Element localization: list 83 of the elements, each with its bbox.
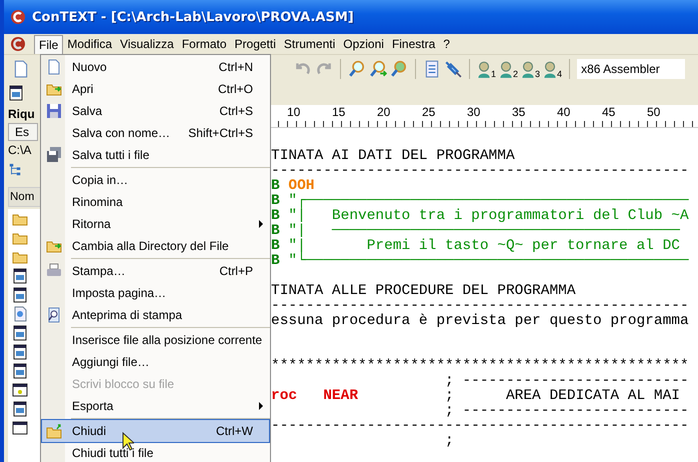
- menu-item[interactable]: Visualizza: [116, 35, 178, 53]
- ruler-number: 45: [602, 105, 616, 119]
- menu-item[interactable]: Progetti: [230, 35, 280, 53]
- replace-icon[interactable]: [390, 60, 408, 78]
- ruler-number: 20: [377, 105, 392, 119]
- menu-item[interactable]: Rinomina: [42, 191, 269, 213]
- shortcut-label: Shift+Ctrl+S: [188, 126, 253, 140]
- ruler-number: 35: [512, 105, 526, 119]
- app-logo-icon[interactable]: [10, 36, 26, 52]
- highlighter-combo[interactable]: x86 Assembler: [577, 59, 686, 79]
- user-tool-button[interactable]: 3: [521, 59, 540, 79]
- code-line: ------------------------------------------------: [271, 418, 689, 434]
- code-line: ; --------------------------: [444, 403, 689, 419]
- code-line: essuna procedura è prevista per questo programma: [271, 313, 689, 329]
- menu-item[interactable]: Salva con nome… Shift+Ctrl+S: [42, 122, 269, 144]
- user-tool-button[interactable]: 2: [499, 59, 518, 79]
- shortcut-label: Ctrl+W: [216, 424, 253, 438]
- menu-item[interactable]: Nuovo Ctrl+N: [42, 56, 269, 78]
- user-tool-button[interactable]: 1: [477, 59, 496, 79]
- menu-item[interactable]: Apri Ctrl+O: [42, 78, 269, 100]
- tree-icon[interactable]: [8, 163, 22, 177]
- window-title: ConTEXT - [C:\Arch-Lab\Lavoro\PROVA.ASM]: [32, 10, 354, 24]
- menu-item[interactable]: Opzioni: [339, 35, 388, 53]
- code-line: B "└────────────────────────────────────────────: [271, 253, 689, 269]
- user-tool-button[interactable]: 4: [543, 59, 562, 79]
- new-file-icon: [46, 59, 62, 75]
- path-label: C:\A: [8, 143, 32, 157]
- menu-item[interactable]: Salva Ctrl+S: [42, 100, 269, 122]
- menu-item[interactable]: Aggiungi file…: [42, 351, 269, 373]
- app-logo-icon: [10, 9, 26, 25]
- search-icon[interactable]: [348, 60, 366, 78]
- menu-item[interactable]: Imposta pagina…: [42, 282, 269, 304]
- panel-title: Riqu: [8, 107, 35, 121]
- pin-icon[interactable]: [444, 60, 462, 78]
- menu-item[interactable]: Anteprima di stampa: [42, 304, 269, 326]
- shortcut-label: Ctrl+N: [218, 60, 253, 74]
- ruler-number: 15: [332, 105, 346, 119]
- code-line: B "| Benvenuto tra i programmatori del Club ~A: [271, 208, 689, 224]
- menu-item[interactable]: Cambia alla Directory del File: [42, 235, 269, 257]
- magnifier-page-icon: [46, 307, 62, 323]
- floppy-disks-icon: [46, 147, 62, 163]
- menu-item[interactable]: Formato: [178, 35, 231, 53]
- code-line: TINATA AI DATI DEL PROGRAMMA: [271, 148, 515, 164]
- menu-item[interactable]: File: [34, 34, 64, 54]
- ruler-number: 30: [467, 105, 482, 119]
- menu-item[interactable]: Inserisce file alla posizione corrente: [42, 329, 269, 351]
- menu-item[interactable]: Esporta: [42, 395, 269, 417]
- menu-item[interactable]: Salva tutti i file: [42, 144, 269, 166]
- printer-icon: [46, 263, 62, 279]
- ruler-number: 40: [557, 105, 572, 119]
- code-line: ; --------------------------: [444, 373, 689, 389]
- code-line: ------------------------------------------------: [271, 163, 689, 179]
- code-line: B OOH: [271, 178, 315, 194]
- folder-icon: [46, 423, 62, 439]
- menu-item[interactable]: Chiudi Ctrl+W: [42, 420, 269, 442]
- ruler-number: 50: [647, 105, 662, 119]
- menu-item[interactable]: Strumenti: [280, 35, 340, 53]
- menu-item[interactable]: Finestra: [388, 35, 440, 53]
- shortcut-label: Ctrl+O: [218, 82, 253, 96]
- ruler-number: 10: [287, 105, 302, 119]
- code-line: ************************************************: [271, 358, 689, 374]
- menu-item[interactable]: Stampa… Ctrl+P: [42, 260, 269, 282]
- code-line: ;: [444, 433, 454, 449]
- code-line: roc NEAR ; AREA DEDICATA AL MAI: [271, 388, 680, 404]
- menu-item[interactable]: ?: [439, 35, 454, 53]
- column-header[interactable]: Nom: [9, 188, 36, 206]
- code-line: B "┌────────────────────────────────────────────: [271, 193, 689, 209]
- menu-item[interactable]: Copia in…: [42, 169, 269, 191]
- find-next-icon[interactable]: [369, 60, 387, 78]
- ruler-number: 25: [422, 105, 436, 119]
- explorer-tab[interactable]: Es: [8, 123, 38, 141]
- code-line: B "| ────────────────────────────────────────: [271, 223, 680, 239]
- code-line: TINATA ALLE PROCEDURE DEL PROGRAMMA: [271, 283, 576, 299]
- new-file-icon[interactable]: [12, 60, 30, 78]
- menu-item[interactable]: Ritorna: [42, 213, 269, 235]
- shortcut-label: Ctrl+S: [219, 104, 253, 118]
- file-icon[interactable]: [12, 306, 28, 322]
- menu-item[interactable]: Chiudi tutti i file: [42, 442, 269, 462]
- code-line: ------------------------------------------------: [271, 298, 689, 314]
- window-icon[interactable]: [12, 382, 28, 398]
- shortcut-label: Ctrl+P: [219, 264, 253, 278]
- window-icon[interactable]: [12, 420, 28, 436]
- menu-item[interactable]: Modifica: [63, 35, 116, 53]
